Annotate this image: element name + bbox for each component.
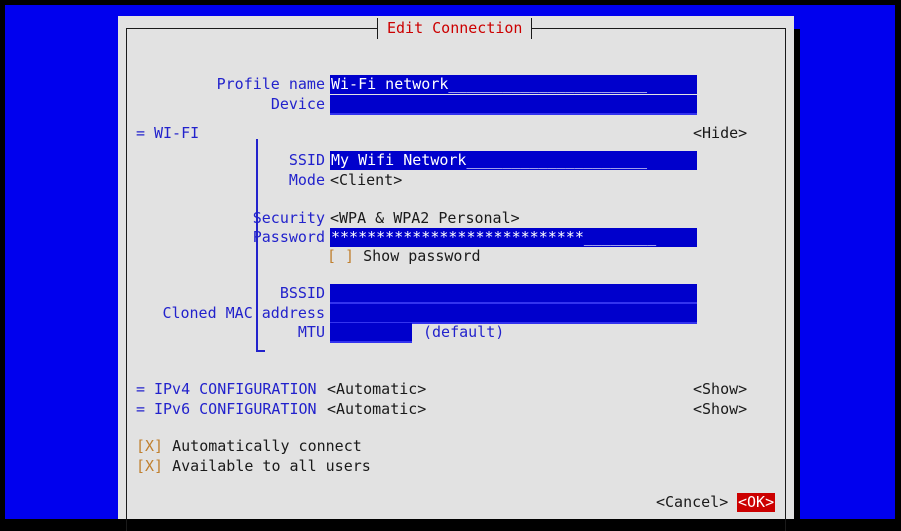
wifi-section-title: WI-FI (154, 124, 200, 142)
terminal-edge-left (0, 0, 5, 519)
auto-connect-checkbox[interactable]: [X] Automatically connect (136, 437, 362, 456)
ssid-value: My Wifi Network (331, 151, 467, 169)
ok-button[interactable]: <OK> (737, 493, 776, 512)
profile-name-label: Profile name (216, 75, 325, 93)
mtu-input[interactable] (330, 323, 412, 342)
ipv4-expand-marker[interactable]: = (136, 380, 145, 399)
cloned-mac-label: Cloned MAC address (162, 304, 325, 322)
show-password-text: Show password (363, 247, 481, 265)
cloned-mac-input[interactable] (330, 304, 697, 323)
all-users-checkbox[interactable]: [X] Available to all users (136, 457, 371, 476)
mtu-underline (330, 341, 412, 343)
profile-name-input[interactable]: Wi-Fi network______________________ (330, 75, 697, 94)
password-value: **************************** (331, 228, 584, 246)
ipv6-config-label: IPv6 CONFIGURATION (154, 400, 317, 418)
cancel-button[interactable]: <Cancel> (656, 493, 728, 512)
terminal-edge-top (0, 0, 901, 5)
security-label: Security (252, 209, 325, 227)
ssid-dashes: ____________________ (466, 151, 648, 169)
mtu-label: MTU (297, 323, 325, 341)
all-users-checkbox-box: [X] (136, 457, 164, 475)
title-right-separator (531, 18, 533, 39)
bssid-label: BSSID (279, 284, 325, 302)
terminal-screen: Edit Connection Profile name Wi-Fi netwo… (0, 0, 901, 531)
wifi-expand-marker[interactable]: = (136, 124, 145, 143)
mode-select[interactable]: <Client> (330, 171, 402, 190)
device-underline (330, 113, 697, 115)
device-label: Device (270, 95, 325, 113)
device-input[interactable] (330, 95, 697, 114)
auto-connect-label: Automatically connect (172, 437, 362, 455)
terminal-edge-right (895, 0, 901, 519)
ipv6-expand-marker[interactable]: = (136, 400, 145, 419)
show-password-checkbox[interactable]: [ ] Show password (327, 247, 481, 266)
password-dashes: ________ (583, 228, 657, 246)
ipv4-config-label: IPv4 CONFIGURATION (154, 380, 317, 398)
show-password-label (354, 247, 363, 265)
ipv4-config-select[interactable]: <Automatic> (327, 380, 426, 399)
profile-name-dashes: ______________________ (448, 75, 648, 93)
ipv6-config-select[interactable]: <Automatic> (327, 400, 426, 419)
mtu-default-hint: (default) (423, 323, 505, 341)
ssid-input[interactable]: My Wifi Network____________________ (330, 151, 697, 170)
auto-connect-checkbox-box: [X] (136, 437, 164, 455)
dialog-title: Edit Connection (387, 18, 523, 37)
mode-label: Mode (288, 171, 325, 189)
dialog-titlebar: Edit Connection (126, 18, 786, 39)
ipv4-show-button[interactable]: <Show> (693, 380, 747, 399)
security-select[interactable]: <WPA & WPA2 Personal> (330, 209, 520, 228)
all-users-gap (163, 457, 172, 475)
wifi-hide-button[interactable]: <Hide> (693, 124, 747, 143)
password-input[interactable]: ****************************________ (330, 228, 697, 247)
show-password-checkbox-box: [ ] (327, 247, 355, 265)
ipv6-show-button[interactable]: <Show> (693, 400, 747, 419)
profile-name-value: Wi-Fi network (331, 75, 449, 93)
bssid-input[interactable] (330, 284, 697, 303)
auto-connect-gap (163, 437, 172, 455)
all-users-label: Available to all users (172, 457, 371, 475)
ssid-label: SSID (288, 151, 325, 169)
password-label: Password (252, 228, 325, 246)
edit-connection-dialog: Edit Connection Profile name Wi-Fi netwo… (118, 16, 794, 531)
